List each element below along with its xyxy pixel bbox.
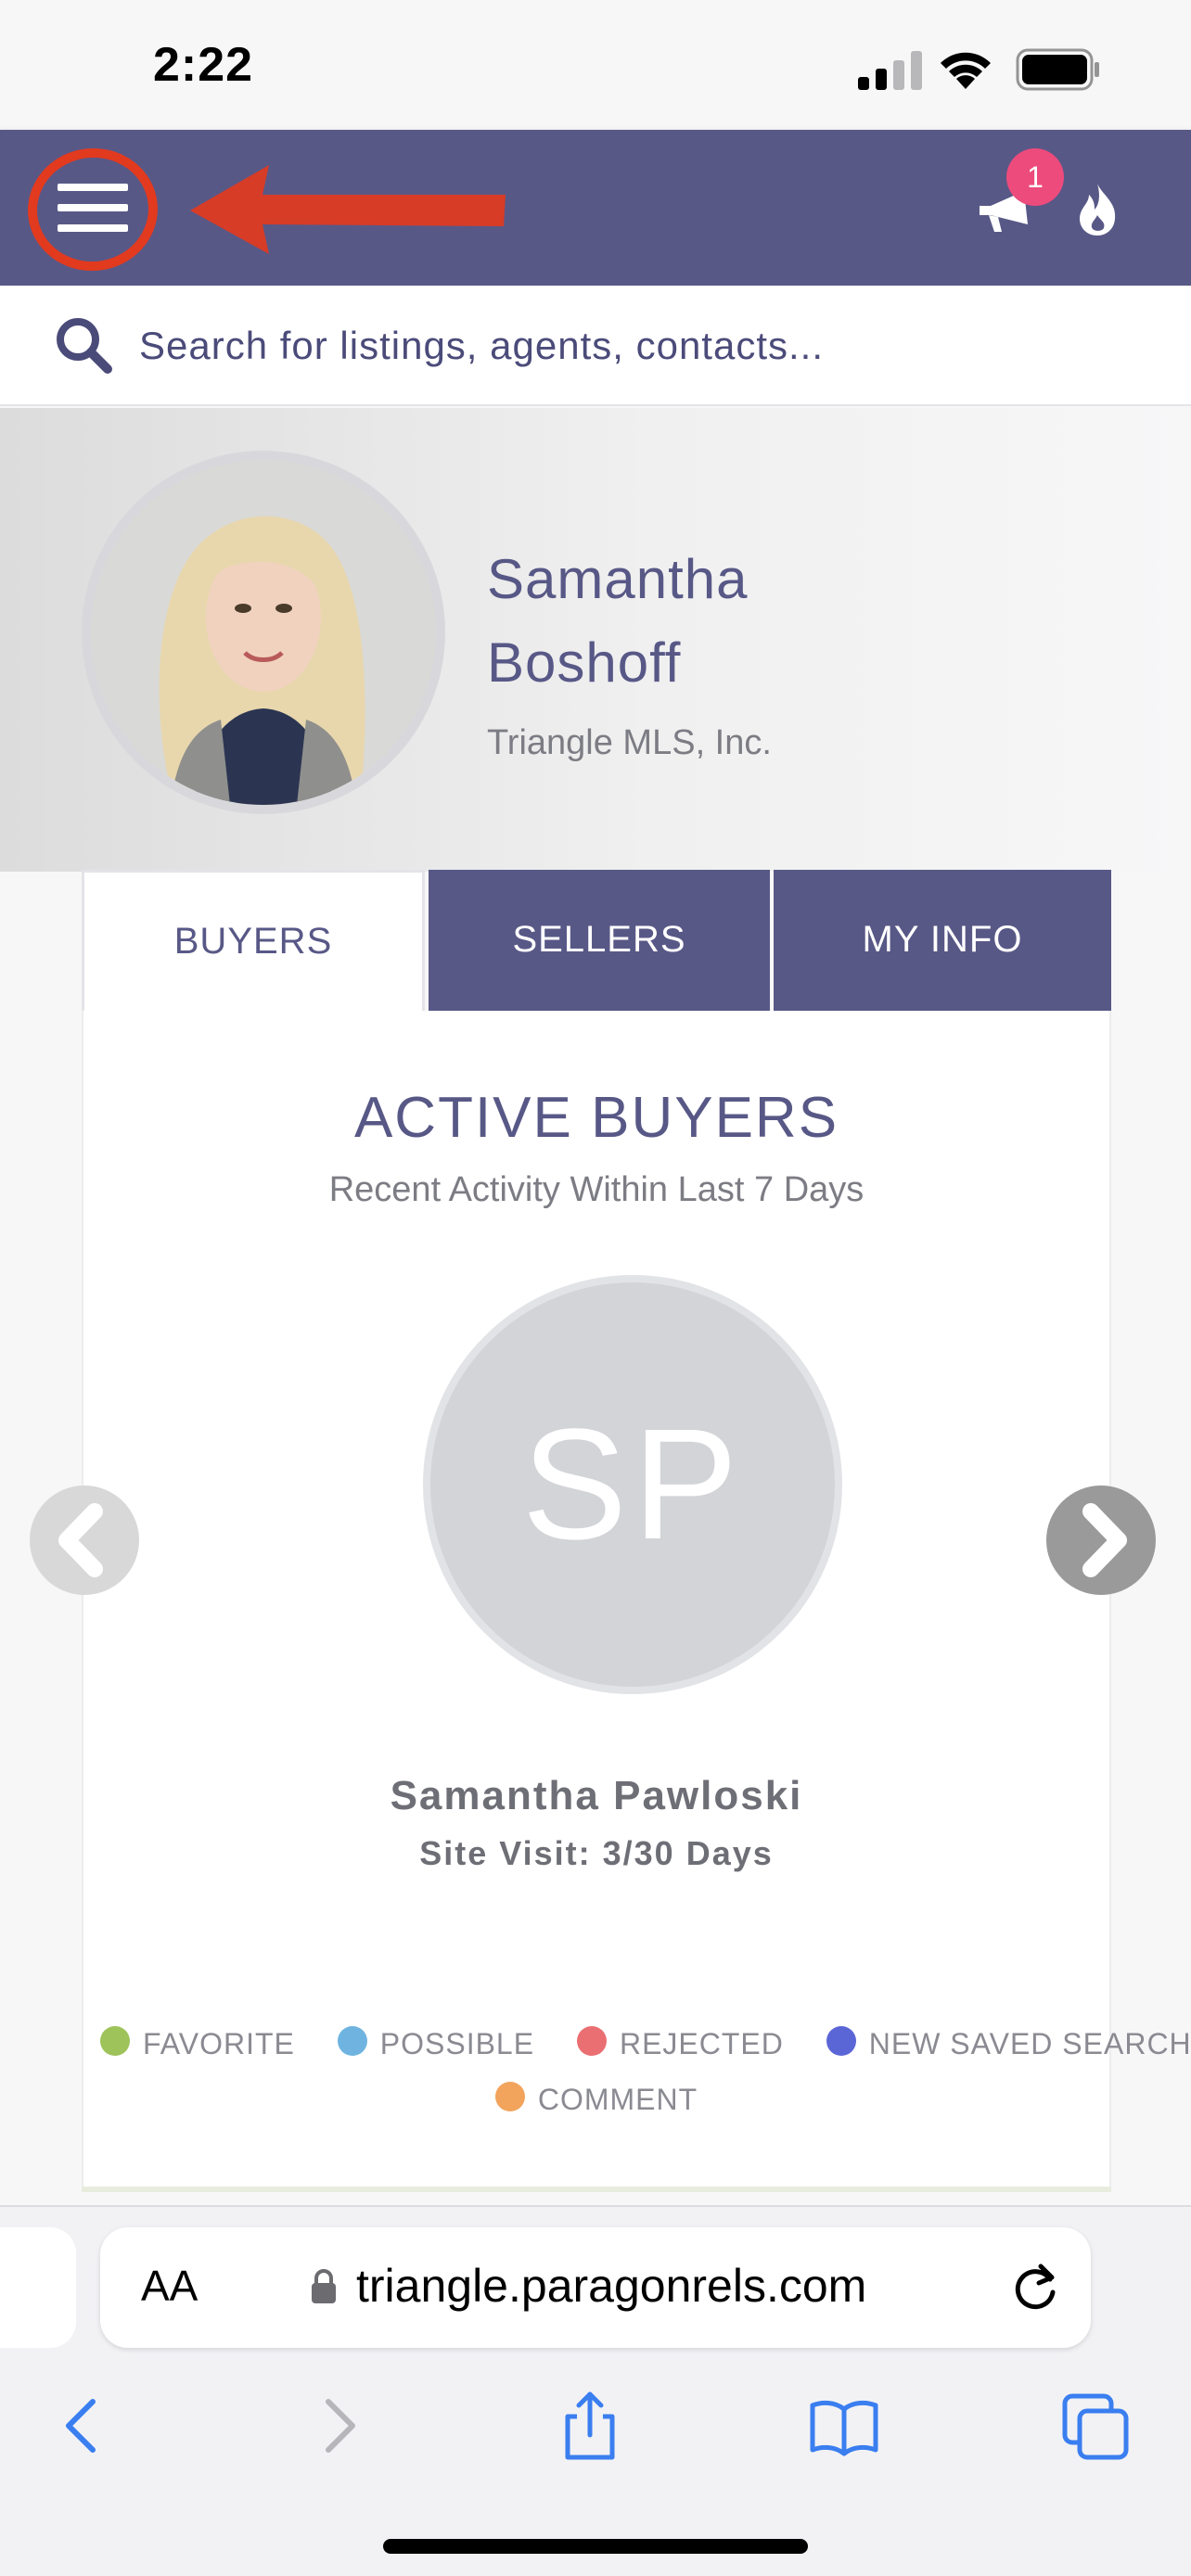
legend-dot (826, 2026, 856, 2056)
legend-label: FAVORITE (143, 2027, 295, 2060)
avatar (82, 451, 445, 814)
reload-icon[interactable] (1007, 2259, 1063, 2315)
legend-item-possible: POSSIBLE (337, 2026, 535, 2061)
app-header: 1 (0, 130, 1191, 286)
section-title: ACTIVE BUYERS (353, 1086, 839, 1150)
agent-name: Samantha Boshoff (487, 548, 749, 694)
agent-photo (91, 460, 436, 805)
forward-icon[interactable] (302, 2389, 377, 2463)
legend-item-rejected: REJECTED (576, 2026, 784, 2061)
home-indicator (383, 2539, 808, 2554)
legend-label: COMMENT (537, 2083, 698, 2116)
carousel-prev-button[interactable] (30, 1486, 139, 1595)
tab-sellers[interactable]: SELLERS (429, 870, 770, 1011)
legend-dot (576, 2026, 607, 2056)
tabs-icon[interactable] (1059, 2389, 1133, 2463)
buyer-site-visit: Site Visit: 3/30 Days (419, 1834, 774, 1872)
agent-company: Triangle MLS, Inc. (487, 723, 772, 762)
flame-icon[interactable] (1076, 182, 1119, 237)
safari-bottom-bar: AA triangle.paragonrels.com (0, 2205, 1191, 2576)
annotation-circle (21, 142, 164, 277)
lock-icon (312, 2269, 336, 2303)
legend-dot (100, 2026, 130, 2056)
tab-buyers[interactable]: BUYERS (82, 870, 425, 1011)
legend-item-comment: COMMENT (494, 2082, 698, 2117)
buyer-name[interactable]: Samantha Pawloski (83, 1773, 1109, 1819)
active-buyers-panel: ACTIVE BUYERS Recent Activity Within Las… (82, 1011, 1191, 2188)
legend-label: REJECTED (619, 2027, 784, 2060)
back-icon[interactable] (45, 2389, 119, 2463)
search-bar (0, 286, 1191, 406)
section-subtitle: Recent Activity Within Last 7 Days (328, 1170, 864, 1209)
legend-label: NEW SAVED SEARCH (868, 2027, 1191, 2060)
url-text[interactable]: triangle.paragonrels.com (356, 2259, 866, 2313)
agent-profile: Samantha Boshoff Triangle MLS, Inc. (0, 408, 1191, 872)
search-input[interactable] (139, 313, 1159, 378)
text-size-button[interactable]: AA (141, 2261, 198, 2311)
status-time: 2:22 (153, 38, 254, 92)
legend-item-new-saved-search: NEW SAVED SEARCH (826, 2026, 1191, 2061)
ios-status-bar: 2:22 (0, 0, 1191, 130)
cellular-signal-icon (858, 51, 922, 90)
bookmarks-icon[interactable] (807, 2389, 881, 2463)
previous-tab-stub[interactable] (0, 2227, 76, 2348)
legend-item-favorite: FAVORITE (100, 2026, 295, 2061)
panel-bottom-border (82, 2187, 1111, 2192)
legend-dot (494, 2082, 525, 2111)
carousel-next-button[interactable] (1046, 1486, 1156, 1595)
chevron-right-icon (1082, 1503, 1127, 1577)
search-icon (57, 318, 112, 374)
annotation-arrow (190, 165, 506, 254)
url-bar[interactable]: AA triangle.paragonrels.com (100, 2227, 1091, 2348)
wifi-icon (941, 52, 991, 89)
battery-icon (1016, 48, 1099, 91)
dashboard-tabs: BUYERS SELLERS MY INFO (82, 870, 1111, 1011)
share-icon[interactable] (553, 2389, 627, 2463)
legend-dot (337, 2026, 367, 2056)
notification-badge[interactable]: 1 (1006, 148, 1064, 206)
chevron-left-icon (58, 1503, 103, 1577)
tab-my-info[interactable]: MY INFO (774, 870, 1111, 1011)
legend-label: POSSIBLE (379, 2027, 535, 2060)
buyer-avatar-initials[interactable]: SP (423, 1275, 842, 1694)
